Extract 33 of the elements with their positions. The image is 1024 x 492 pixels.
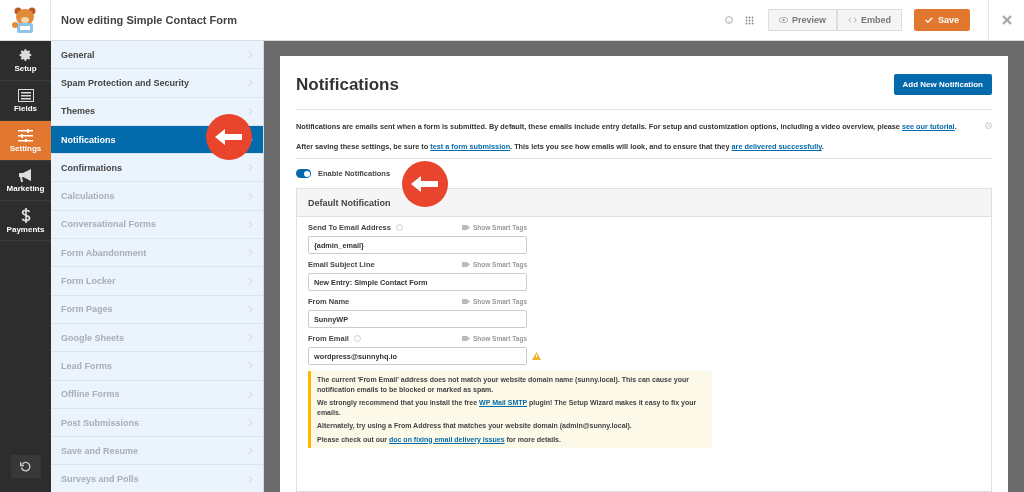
megaphone-icon — [17, 168, 34, 182]
code-icon — [847, 17, 857, 23]
tag-icon — [461, 225, 470, 231]
embed-button[interactable]: Embed — [836, 9, 902, 31]
arrow-callout-overlay — [206, 114, 252, 160]
preview-button[interactable]: Preview — [767, 9, 837, 31]
grid-icon[interactable] — [744, 15, 754, 25]
tag-icon — [461, 336, 470, 342]
help-icon[interactable] — [353, 335, 361, 343]
arrow-callout-overlay — [402, 161, 448, 207]
sliders-icon — [18, 128, 33, 142]
gear-icon — [18, 48, 33, 62]
check-icon — [924, 17, 933, 23]
page-title: Notifications — [296, 74, 399, 95]
toggle-switch[interactable] — [296, 169, 311, 179]
save-button[interactable]: Save — [913, 9, 970, 31]
eye-icon — [778, 17, 788, 23]
tag-icon — [461, 299, 470, 305]
form-title: Now editing Simple Contact Form — [61, 14, 238, 26]
tag-icon — [461, 262, 470, 268]
help-icon[interactable] — [724, 16, 733, 24]
help-icon[interactable] — [395, 224, 403, 232]
settings-menu-item[interactable]: General — [51, 41, 263, 70]
close-icon[interactable] — [1001, 15, 1012, 25]
list-icon — [17, 88, 34, 102]
add-notification-button[interactable]: Add New Notification — [893, 74, 992, 95]
revision-history-button[interactable] — [10, 455, 41, 478]
undo-icon — [20, 461, 31, 472]
panel-title: Default Notification — [297, 189, 991, 218]
rail-tab[interactable]: Settings — [0, 121, 51, 161]
settings-menu-item[interactable]: Spam Protection and Security — [51, 69, 263, 98]
dismiss-icon[interactable] — [985, 122, 992, 129]
dollar-icon — [20, 207, 31, 223]
